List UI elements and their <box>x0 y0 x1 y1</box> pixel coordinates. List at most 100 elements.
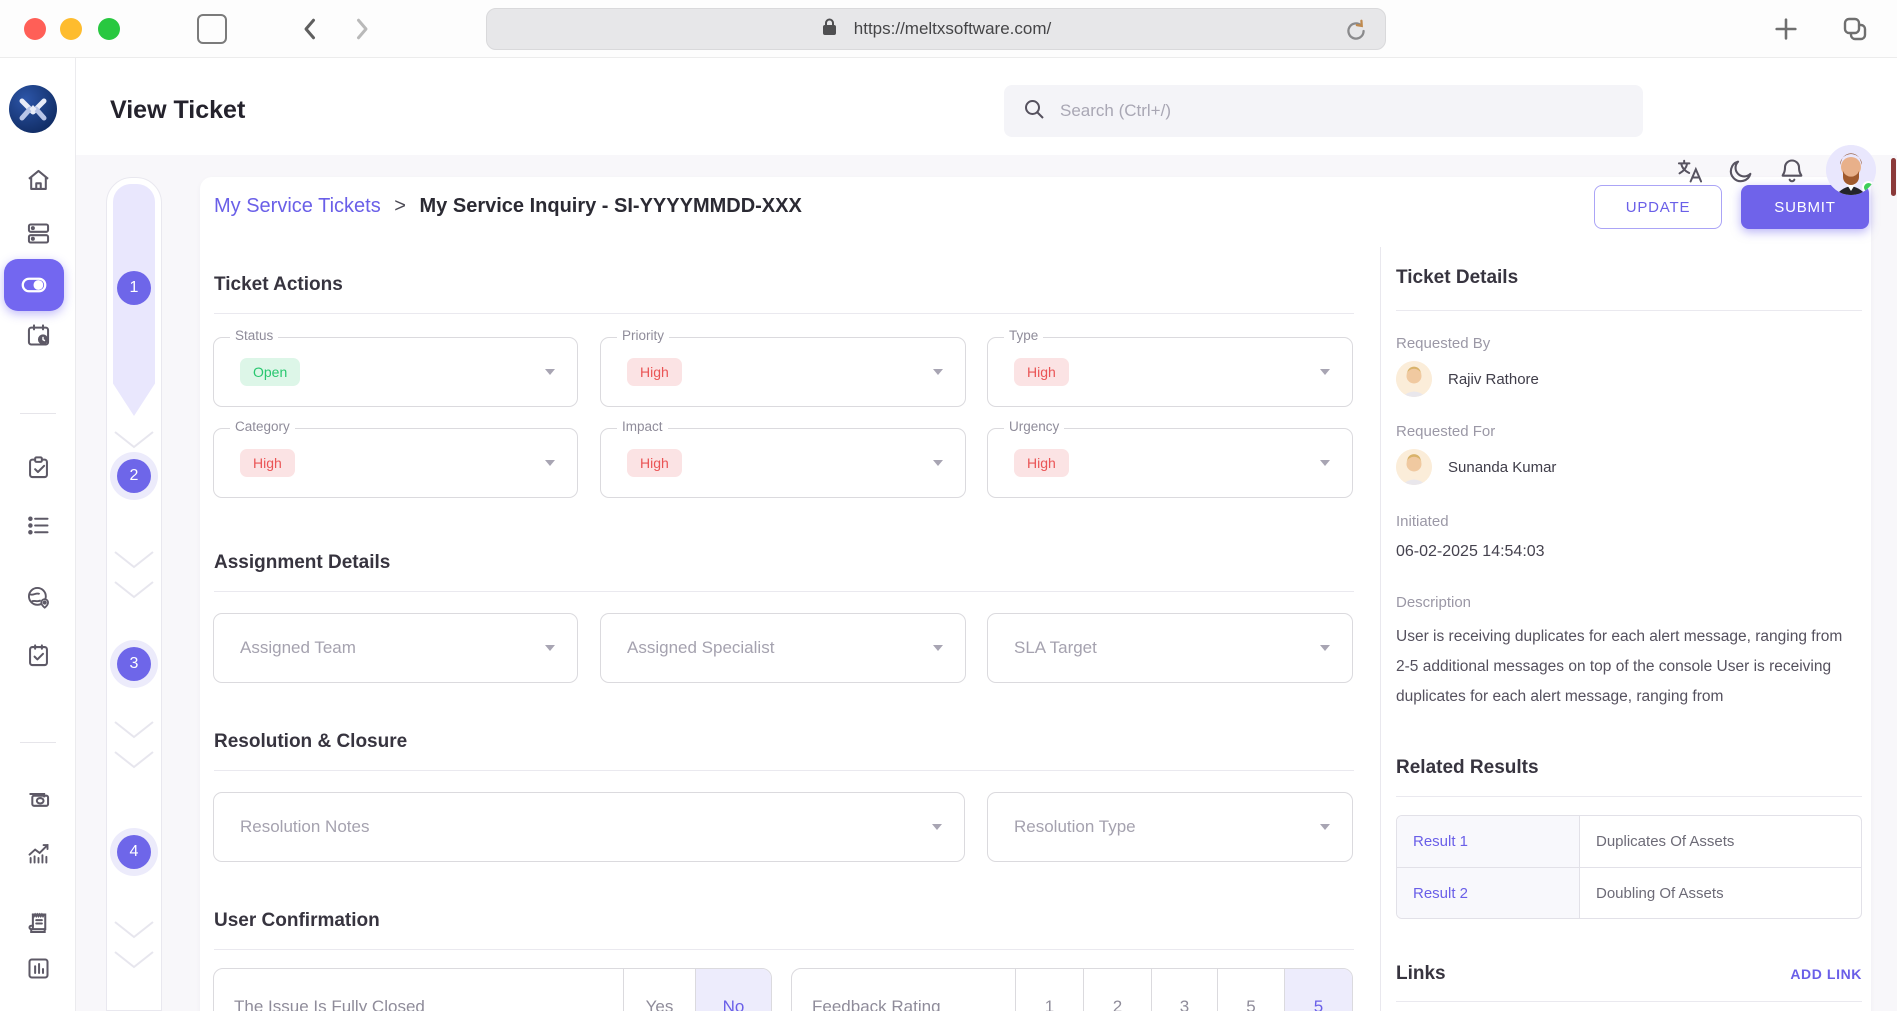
select-placeholder: Resolution Type <box>1014 817 1136 837</box>
divider <box>1396 1001 1862 1002</box>
user-avatar[interactable] <box>1826 145 1876 195</box>
ticket-details-panel: Ticket Details Requested By Rajiv Rathor… <box>1380 247 1871 1011</box>
reload-icon[interactable] <box>1343 18 1369 49</box>
issue-closed-no-button[interactable]: No <box>695 969 771 1011</box>
issue-closed-segmented-control: The Issue Is Fully Closed Yes No <box>213 968 772 1011</box>
section-title-confirmation: User Confirmation <box>214 910 380 932</box>
online-status-dot <box>1862 181 1875 194</box>
resolution-notes-select[interactable]: Resolution Notes <box>213 792 965 862</box>
breadcrumb: My Service Tickets > My Service Inquiry … <box>214 195 802 218</box>
sidebar-item-reports[interactable] <box>0 948 76 988</box>
new-tab-shape-icon[interactable] <box>197 14 227 44</box>
minimize-window-button[interactable] <box>60 18 82 40</box>
select-placeholder: Assigned Team <box>240 638 356 658</box>
field-label: Priority <box>617 328 669 343</box>
chevron-down-icon <box>545 645 555 651</box>
url-text: https://meltxsoftware.com/ <box>854 19 1051 39</box>
back-button[interactable] <box>296 14 326 44</box>
select-placeholder: Resolution Notes <box>240 817 369 837</box>
divider <box>214 591 1354 592</box>
result-link[interactable]: Result 2 <box>1397 868 1580 918</box>
wizard-stepper: 1 2 3 4 <box>106 177 162 1011</box>
priority-select[interactable]: Priority High <box>600 337 966 407</box>
notifications-bell-icon[interactable] <box>1778 157 1806 185</box>
new-tab-button[interactable] <box>1772 15 1800 48</box>
server-icon <box>25 220 52 247</box>
result-value: Doubling Of Assets <box>1580 868 1861 918</box>
impact-badge: High <box>627 449 682 477</box>
sidebar-item-list[interactable] <box>0 505 76 545</box>
section-title-resolution: Resolution & Closure <box>214 731 407 753</box>
search-icon <box>1022 97 1046 126</box>
add-link-button[interactable]: ADD LINK <box>1790 966 1862 982</box>
priority-badge: High <box>627 358 682 386</box>
issue-closed-yes-button[interactable]: Yes <box>623 969 695 1011</box>
chevron-down-icon <box>112 579 156 606</box>
tab-overview-icon[interactable] <box>1838 12 1872 51</box>
sidebar-item-tickets-active[interactable] <box>4 259 64 311</box>
rating-3-button[interactable]: 3 <box>1151 969 1217 1011</box>
globe-pin-icon <box>25 584 52 611</box>
sidebar-item-analytics[interactable] <box>0 833 76 873</box>
sidebar-item-servers[interactable] <box>0 213 76 253</box>
sidebar-item-billing[interactable] <box>0 778 76 818</box>
step-4[interactable]: 4 <box>117 835 151 869</box>
divider <box>214 770 1354 771</box>
step-1[interactable]: 1 <box>117 271 151 305</box>
impact-select[interactable]: Impact High <box>600 428 966 498</box>
chevron-down-icon <box>112 549 156 576</box>
links-title: Links <box>1396 963 1446 984</box>
brand-logo[interactable] <box>9 85 57 133</box>
divider <box>214 949 1354 950</box>
type-select[interactable]: Type High <box>987 337 1353 407</box>
ticket-card: My Service Tickets > My Service Inquiry … <box>200 177 1871 1011</box>
home-icon <box>25 167 52 194</box>
lock-icon <box>821 17 838 42</box>
requested-by-row: Rajiv Rathore <box>1396 361 1862 397</box>
close-window-button[interactable] <box>24 18 46 40</box>
assigned-specialist-select[interactable]: Assigned Specialist <box>600 613 966 683</box>
status-select[interactable]: Status Open <box>213 337 578 407</box>
related-results-title: Related Results <box>1396 757 1862 779</box>
translate-icon[interactable] <box>1676 157 1704 185</box>
address-bar[interactable]: https://meltxsoftware.com/ <box>486 8 1386 50</box>
assigned-team-select[interactable]: Assigned Team <box>213 613 578 683</box>
sidebar-item-locations[interactable] <box>0 577 76 617</box>
step-3[interactable]: 3 <box>117 647 151 681</box>
category-select[interactable]: Category High <box>213 428 578 498</box>
chevron-down-icon <box>932 824 942 830</box>
result-link[interactable]: Result 1 <box>1397 816 1580 867</box>
resolution-type-select[interactable]: Resolution Type <box>987 792 1353 862</box>
rating-4-button[interactable]: 5 <box>1217 969 1284 1011</box>
task-check-icon <box>25 642 52 669</box>
breadcrumb-parent-link[interactable]: My Service Tickets <box>214 195 381 217</box>
chevron-down-icon <box>112 429 156 456</box>
forward-button[interactable] <box>346 14 376 44</box>
sla-target-select[interactable]: SLA Target <box>987 613 1353 683</box>
maximize-window-button[interactable] <box>98 18 120 40</box>
scrollbar-thumb[interactable] <box>1891 158 1896 196</box>
requested-for-label: Requested For <box>1396 423 1862 440</box>
sidebar-item-schedule[interactable] <box>0 315 76 355</box>
dark-mode-moon-icon[interactable] <box>1727 157 1755 185</box>
sidebar-item-invoices[interactable] <box>0 903 76 943</box>
requested-by-avatar <box>1396 361 1432 397</box>
chevron-down-icon <box>545 460 555 466</box>
sidebar-item-approvals[interactable] <box>0 635 76 675</box>
global-search[interactable] <box>1004 85 1643 137</box>
search-input[interactable] <box>1060 101 1625 121</box>
rating-1-button[interactable]: 1 <box>1015 969 1083 1011</box>
update-button[interactable]: UPDATE <box>1594 185 1722 229</box>
rating-5-button[interactable]: 5 <box>1284 969 1352 1011</box>
field-label: Impact <box>617 419 668 434</box>
bar-chart-icon <box>25 955 52 982</box>
step-2[interactable]: 2 <box>117 459 151 493</box>
rating-2-button[interactable]: 2 <box>1083 969 1151 1011</box>
chevron-down-icon <box>933 369 943 375</box>
section-title-assignment: Assignment Details <box>214 552 390 574</box>
urgency-select[interactable]: Urgency High <box>987 428 1353 498</box>
requested-by-name: Rajiv Rathore <box>1448 371 1539 388</box>
chevron-down-icon <box>112 919 156 946</box>
sidebar-item-requests[interactable] <box>0 447 76 487</box>
sidebar-item-home[interactable] <box>0 160 76 200</box>
